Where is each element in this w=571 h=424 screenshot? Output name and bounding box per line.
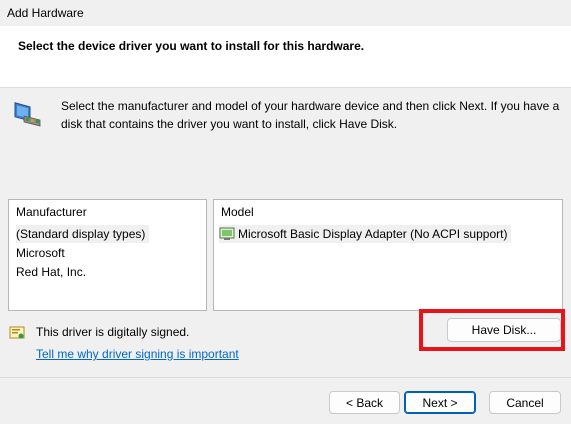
have-disk-button[interactable]: Have Disk... bbox=[447, 318, 561, 342]
signed-driver-icon bbox=[9, 325, 25, 341]
manufacturer-header: Manufacturer bbox=[16, 205, 87, 219]
title-bar: Add Hardware bbox=[0, 0, 571, 26]
model-item[interactable]: Microsoft Basic Display Adapter (No ACPI… bbox=[219, 225, 512, 243]
window-title: Add Hardware bbox=[7, 6, 84, 20]
manufacturer-item[interactable]: Microsoft bbox=[16, 244, 69, 262]
manufacturer-item[interactable]: (Standard display types) bbox=[16, 225, 150, 243]
next-button[interactable]: Next > bbox=[404, 391, 476, 414]
signing-status: This driver is digitally signed. bbox=[36, 325, 190, 339]
manufacturer-listbox[interactable]: Manufacturer (Standard display types) Mi… bbox=[8, 199, 207, 311]
model-item-label: Microsoft Basic Display Adapter (No ACPI… bbox=[238, 227, 508, 241]
instructions-text: Select the manufacturer and model of you… bbox=[61, 99, 560, 131]
model-listbox[interactable]: Model Microsoft Basic Display Adapter (N… bbox=[213, 199, 563, 311]
footer-separator bbox=[0, 377, 571, 378]
model-header: Model bbox=[221, 205, 254, 219]
display-adapter-icon bbox=[219, 227, 235, 240]
cancel-button[interactable]: Cancel bbox=[489, 391, 561, 414]
hardware-device-icon bbox=[12, 96, 42, 130]
driver-signing-link[interactable]: Tell me why driver signing is important bbox=[36, 347, 239, 361]
wizard-header-text: Select the device driver you want to ins… bbox=[18, 39, 365, 53]
manufacturer-item[interactable]: Red Hat, Inc. bbox=[16, 263, 90, 281]
back-button[interactable]: < Back bbox=[329, 391, 400, 414]
wizard-header: Select the device driver you want to ins… bbox=[0, 26, 571, 88]
